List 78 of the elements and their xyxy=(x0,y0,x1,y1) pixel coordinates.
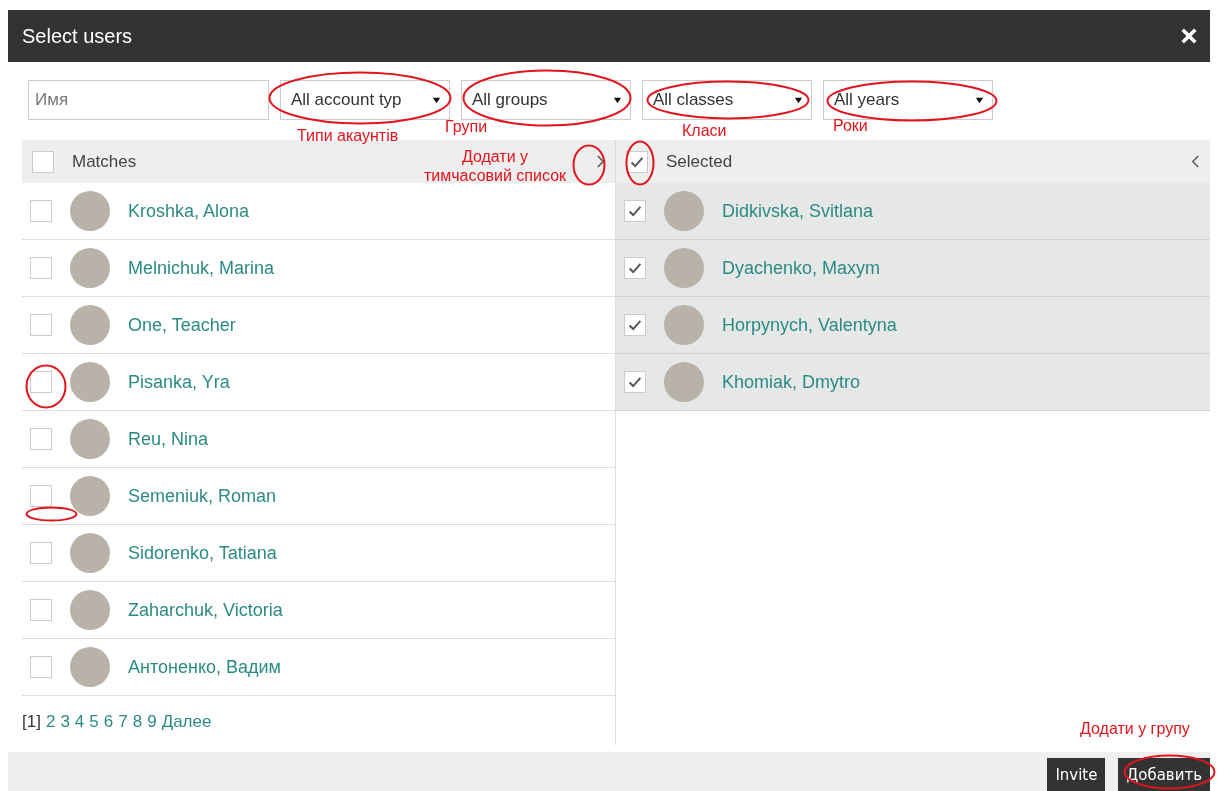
user-name-link[interactable]: Horpynych, Valentyna xyxy=(722,314,897,336)
avatar xyxy=(70,191,110,231)
user-name-link[interactable]: Zaharchuk, Victoria xyxy=(128,599,283,621)
page-link[interactable]: 8 xyxy=(132,712,143,732)
avatar xyxy=(70,362,110,402)
checkbox[interactable] xyxy=(30,200,52,222)
user-name-link[interactable]: Pisanka, Yra xyxy=(128,371,230,393)
avatar xyxy=(70,248,110,288)
page-link[interactable]: 2 xyxy=(45,712,56,732)
user-name-link[interactable]: Melnichuk, Marina xyxy=(128,257,275,279)
annotation-label: Класи xyxy=(682,122,727,140)
chevron-icon[interactable] xyxy=(1191,154,1200,169)
user-name-link[interactable]: Didkivska, Svitlana xyxy=(722,200,874,222)
filter-dropdown[interactable]: All account typ xyxy=(280,80,450,120)
filter-dropdown[interactable]: All groups xyxy=(461,80,631,120)
checkbox[interactable] xyxy=(30,428,52,450)
next-page-link[interactable]: Далее xyxy=(161,712,212,732)
filter-dropdown[interactable]: All classes xyxy=(642,80,812,120)
current-page: [1] xyxy=(22,712,41,732)
checkbox[interactable] xyxy=(30,257,52,279)
close-icon[interactable] xyxy=(1180,27,1198,45)
avatar xyxy=(70,476,110,516)
dropdown-caret-icon xyxy=(432,95,441,105)
annotation-ellipse xyxy=(25,506,78,522)
action-button[interactable]: Добавить xyxy=(1118,758,1210,791)
avatar xyxy=(70,305,110,345)
user-name-link[interactable]: Semeniuk, Roman xyxy=(128,485,277,507)
chevron-icon[interactable] xyxy=(596,154,605,169)
page-link[interactable]: 9 xyxy=(147,712,157,732)
checkbox[interactable] xyxy=(30,542,52,564)
checkbox[interactable] xyxy=(32,150,54,173)
dropdown-caret-icon xyxy=(794,95,803,105)
annotation-label: Додати у групу xyxy=(1080,720,1190,738)
page-link[interactable]: 4 xyxy=(74,712,85,732)
checkbox[interactable] xyxy=(30,599,52,621)
avatar xyxy=(664,248,704,288)
checkbox[interactable] xyxy=(624,314,646,336)
page-link[interactable]: 6 xyxy=(103,712,114,732)
name-search-field[interactable]: Имя xyxy=(28,80,269,120)
avatar xyxy=(70,647,110,687)
annotation-ellipse xyxy=(572,144,606,186)
user-name-link[interactable]: Антоненко, Вадим xyxy=(128,656,281,678)
dialog-title: Select users xyxy=(22,24,133,48)
annotation-label: Групи xyxy=(445,118,488,136)
list-header-label: Matches xyxy=(72,151,137,172)
checkbox[interactable] xyxy=(624,200,646,222)
annotation-ellipse xyxy=(25,364,67,409)
page-link[interactable]: 7 xyxy=(118,712,128,732)
checkbox[interactable] xyxy=(30,485,52,507)
annotation-ellipse xyxy=(625,140,655,186)
user-name-link[interactable]: Kroshka, Alona xyxy=(128,200,250,222)
avatar xyxy=(664,362,704,402)
annotation-label: Типи акаунтів xyxy=(297,127,399,145)
avatar xyxy=(70,419,110,459)
filter-dropdown[interactable]: All years xyxy=(823,80,993,120)
page-link[interactable]: 5 xyxy=(89,712,99,732)
user-name-link[interactable]: Reu, Nina xyxy=(128,428,209,450)
user-name-link[interactable]: Sidorenko, Tatiana xyxy=(128,542,277,564)
action-button[interactable]: Invite xyxy=(1047,758,1106,791)
avatar xyxy=(664,305,704,345)
annotation-label: Додати у тимчасовий список xyxy=(422,147,568,185)
checkbox[interactable] xyxy=(30,656,52,678)
dropdown-caret-icon xyxy=(613,95,622,105)
checkbox[interactable] xyxy=(626,150,648,173)
annotation-label: Роки xyxy=(833,117,868,135)
avatar xyxy=(70,590,110,630)
user-name-link[interactable]: Dyachenko, Maxym xyxy=(722,257,881,279)
avatar xyxy=(70,533,110,573)
user-name-link[interactable]: Khomiak, Dmytro xyxy=(722,371,861,393)
checkbox[interactable] xyxy=(30,314,52,336)
user-name-link[interactable]: One, Teacher xyxy=(128,314,236,336)
dropdown-caret-icon xyxy=(975,95,984,105)
avatar xyxy=(664,191,704,231)
checkbox[interactable] xyxy=(30,371,52,393)
checkbox[interactable] xyxy=(624,257,646,279)
list-header-label: Selected xyxy=(666,151,733,172)
page-link[interactable]: 3 xyxy=(60,712,70,732)
checkbox[interactable] xyxy=(624,371,646,393)
